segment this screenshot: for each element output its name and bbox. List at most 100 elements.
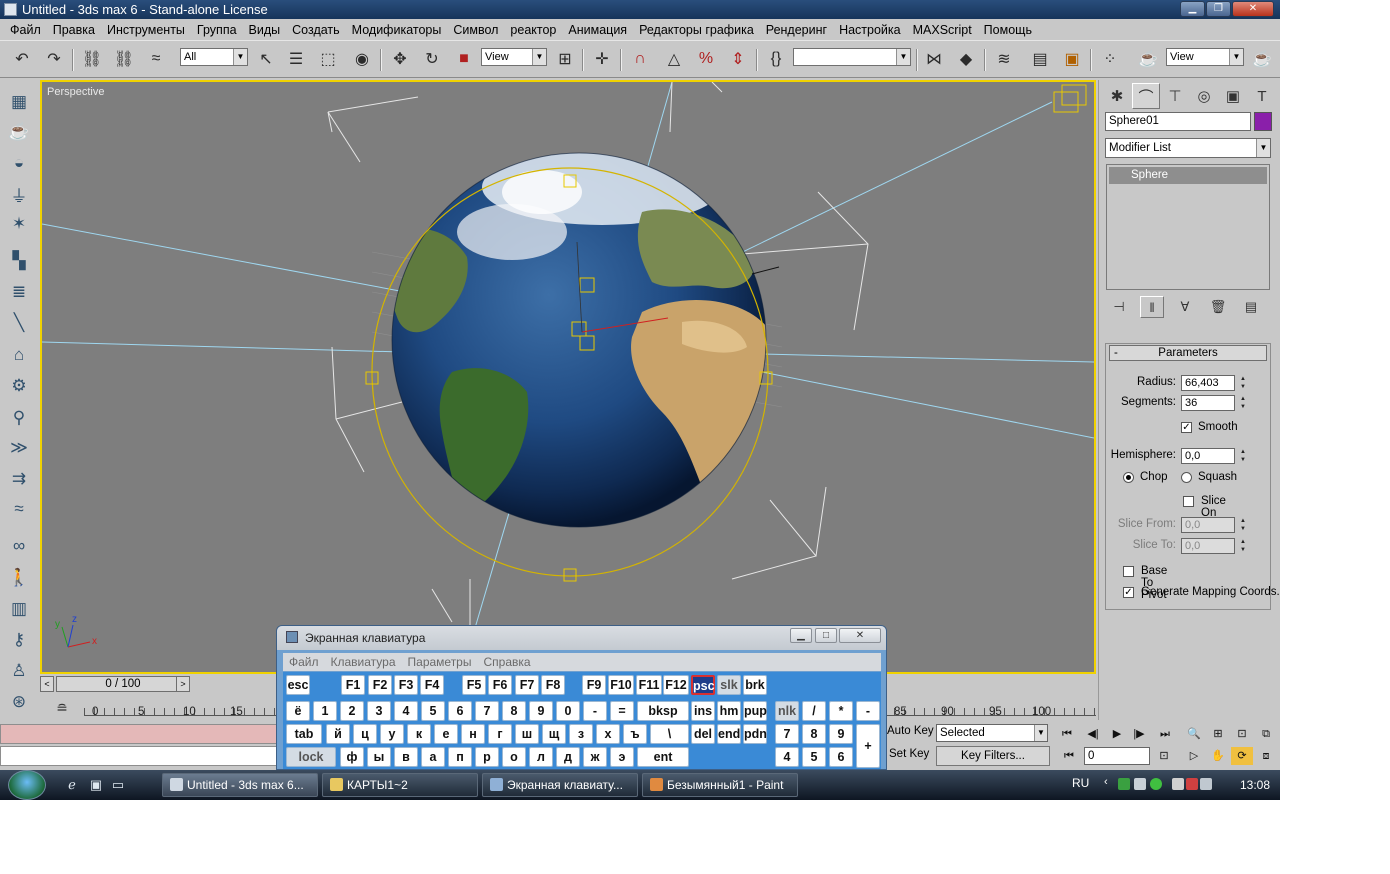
- select-scale-icon[interactable]: ■: [452, 47, 476, 71]
- key-o[interactable]: о: [502, 747, 526, 767]
- key-num-plus[interactable]: +: [856, 724, 880, 768]
- maximize-button[interactable]: ❐: [1206, 1, 1231, 17]
- key-num-multiply[interactable]: *: [829, 701, 853, 721]
- key-8[interactable]: 8: [502, 701, 526, 721]
- display-icon[interactable]: [1134, 778, 1146, 790]
- layers-icon[interactable]: ≣: [6, 279, 32, 305]
- alert-icon[interactable]: [1186, 778, 1198, 790]
- go-to-end-icon[interactable]: ⏭: [1154, 725, 1176, 743]
- key-1[interactable]: 1: [313, 701, 337, 721]
- lamp-icon[interactable]: ⏚: [6, 181, 32, 207]
- key-end[interactable]: end: [717, 724, 741, 744]
- key-backspace[interactable]: bksp: [637, 701, 689, 721]
- key-7[interactable]: 7: [475, 701, 499, 721]
- key-p[interactable]: п: [448, 747, 472, 767]
- previous-frame-icon[interactable]: ◀|: [1082, 725, 1104, 743]
- key-j[interactable]: й: [326, 724, 350, 744]
- taskbar-item-osk[interactable]: Экранная клавиату...: [482, 773, 638, 797]
- chain-icon[interactable]: ∞: [6, 533, 32, 559]
- time-slider-thumb[interactable]: 0 / 100: [56, 676, 190, 692]
- start-button[interactable]: [8, 770, 46, 800]
- mirror-icon[interactable]: ⋈: [922, 47, 946, 71]
- prev-frame-arrow-icon[interactable]: <: [40, 676, 54, 692]
- key-break[interactable]: brk: [743, 675, 767, 695]
- wall-icon[interactable]: ▥: [6, 596, 32, 622]
- menu-views[interactable]: Виды: [243, 23, 287, 37]
- zoom-extents-all-icon[interactable]: ⧉: [1255, 725, 1277, 743]
- key-k[interactable]: к: [407, 724, 431, 744]
- gen-mapping-checkbox[interactable]: ✓: [1123, 587, 1134, 598]
- select-object-icon[interactable]: ↖: [254, 47, 278, 71]
- key-l[interactable]: л: [529, 747, 553, 767]
- key-caps-lock[interactable]: lock: [286, 747, 336, 767]
- redo-icon[interactable]: ↷: [42, 47, 66, 71]
- key-4[interactable]: 4: [394, 701, 418, 721]
- key-f4[interactable]: F4: [420, 675, 444, 695]
- key-n[interactable]: н: [461, 724, 485, 744]
- figure-icon[interactable]: ♙: [6, 658, 32, 684]
- spinner-snap-icon[interactable]: ⇕: [726, 47, 750, 71]
- key-9[interactable]: 9: [529, 701, 553, 721]
- hierarchy-tab-icon[interactable]: ⊤: [1161, 83, 1189, 109]
- key-enter[interactable]: ent: [637, 747, 689, 767]
- minimize-button[interactable]: ▁: [1180, 1, 1205, 17]
- volume-icon[interactable]: [1200, 778, 1212, 790]
- zoom-extents-icon[interactable]: ⊡: [1231, 725, 1253, 743]
- key-filters-button[interactable]: Key Filters...: [936, 746, 1050, 766]
- close-button[interactable]: ✕: [1232, 1, 1274, 17]
- select-move-icon[interactable]: ✥: [388, 47, 412, 71]
- key-num-9[interactable]: 9: [829, 724, 853, 744]
- menu-group[interactable]: Группа: [191, 23, 243, 37]
- key-minus[interactable]: -: [583, 701, 607, 721]
- hemisphere-spinner[interactable]: ▲ ▼: [1238, 448, 1248, 464]
- key-num-4[interactable]: 4: [775, 747, 799, 767]
- field-of-view-icon[interactable]: ▷: [1183, 747, 1205, 765]
- current-frame-field[interactable]: 0: [1084, 747, 1150, 765]
- play-icon[interactable]: ▶: [1106, 725, 1128, 743]
- time-configuration-icon[interactable]: ⊡: [1153, 747, 1175, 765]
- key-v[interactable]: в: [394, 747, 418, 767]
- curve-editor-icon[interactable]: ▤: [1028, 47, 1052, 71]
- pivot-center-icon[interactable]: ⊞: [553, 47, 577, 71]
- slice-on-checkbox[interactable]: [1183, 496, 1194, 507]
- key-0[interactable]: 0: [556, 701, 580, 721]
- undo-icon[interactable]: ↶: [10, 47, 34, 71]
- go-to-start-icon[interactable]: ⏮: [1056, 725, 1078, 743]
- key-g[interactable]: г: [488, 724, 512, 744]
- osk-menu-file[interactable]: Файл: [283, 655, 325, 669]
- utilities-tab-icon[interactable]: T: [1248, 83, 1276, 109]
- osk-close-button[interactable]: ✕: [839, 628, 881, 643]
- slice-to-field[interactable]: 0,0: [1181, 538, 1235, 554]
- key-num-lock[interactable]: nlk: [775, 701, 799, 721]
- create-tab-icon[interactable]: ✱: [1103, 83, 1131, 109]
- display-tab-icon[interactable]: ▣: [1219, 83, 1247, 109]
- network-icon[interactable]: [1118, 778, 1130, 790]
- base-to-pivot-checkbox[interactable]: [1123, 566, 1134, 577]
- key-f1[interactable]: F1: [341, 675, 365, 695]
- remove-modifier-icon[interactable]: 🗑: [1206, 296, 1230, 318]
- teapot-icon[interactable]: ☕: [6, 119, 32, 145]
- key-shch[interactable]: щ: [542, 724, 566, 744]
- osk-menu-help[interactable]: Справка: [477, 655, 536, 669]
- slice-to-spinner[interactable]: ▲ ▼: [1238, 538, 1248, 554]
- show-end-result-icon[interactable]: ‖: [1140, 296, 1164, 318]
- key-eh[interactable]: э: [610, 747, 634, 767]
- key-z[interactable]: з: [569, 724, 593, 744]
- key-num-5[interactable]: 5: [802, 747, 826, 767]
- gear-icon[interactable]: ⚙: [6, 373, 32, 399]
- configure-sets-icon[interactable]: ▤: [1239, 296, 1263, 318]
- render-scene-icon[interactable]: ☕: [1136, 47, 1160, 71]
- snaps-toggle-icon[interactable]: ∩: [628, 47, 652, 71]
- menu-tools[interactable]: Инструменты: [101, 23, 191, 37]
- menu-rendering[interactable]: Рендеринг: [760, 23, 833, 37]
- key-home[interactable]: hm: [717, 701, 741, 721]
- stack-item-sphere[interactable]: Sphere: [1109, 167, 1267, 184]
- key-f9[interactable]: F9: [582, 675, 606, 695]
- menu-maxscript[interactable]: MAXScript: [907, 23, 978, 37]
- key-num-divide[interactable]: /: [802, 701, 826, 721]
- key-y[interactable]: ы: [367, 747, 391, 767]
- key-f7[interactable]: F7: [515, 675, 539, 695]
- key-yo[interactable]: ё: [286, 701, 310, 721]
- brush-icon[interactable]: ╲: [6, 310, 32, 336]
- key-f8[interactable]: F8: [541, 675, 565, 695]
